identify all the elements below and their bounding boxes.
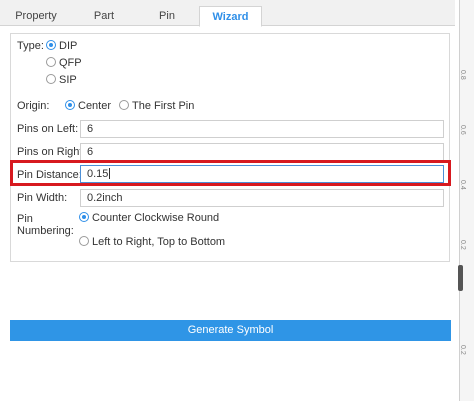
ruler-scroll-handle[interactable] xyxy=(458,265,463,291)
pins-right-input[interactable]: 6 xyxy=(80,143,444,161)
type-dip-radio[interactable] xyxy=(46,40,56,50)
numbering-ccw-label[interactable]: Counter Clockwise Round xyxy=(92,212,219,224)
pin-numbering-label-line1: Pin xyxy=(17,213,33,225)
origin-first-pin-label[interactable]: The First Pin xyxy=(132,100,194,112)
pin-numbering-label-line2: Numbering: xyxy=(17,225,74,237)
numbering-ltr-label[interactable]: Left to Right, Top to Bottom xyxy=(92,236,225,248)
generate-symbol-button[interactable]: Generate Symbol xyxy=(10,320,451,341)
type-sip-radio[interactable] xyxy=(46,74,56,84)
pin-width-input[interactable]: 0.2inch xyxy=(80,189,444,207)
type-qfp-label[interactable]: QFP xyxy=(59,57,82,69)
pins-left-label: Pins on Left: xyxy=(17,123,79,135)
highlight-box xyxy=(10,160,451,186)
tab-bar: Property Part Pin Wizard xyxy=(0,0,455,27)
ruler-tick-label: 0.6 xyxy=(459,125,466,135)
origin-center-radio[interactable] xyxy=(65,100,75,110)
ruler-tick-label: 0.4 xyxy=(459,180,466,190)
type-label: Type: xyxy=(17,40,44,52)
origin-label: Origin: xyxy=(17,100,50,112)
numbering-ccw-radio[interactable] xyxy=(79,212,89,222)
type-sip-label[interactable]: SIP xyxy=(59,74,77,86)
ruler-tick-label: 0.8 xyxy=(459,70,466,80)
pin-width-label: Pin Width: xyxy=(17,192,68,204)
pins-right-label: Pins on Right: xyxy=(17,146,86,158)
tab-part[interactable]: Part xyxy=(72,6,136,26)
origin-center-label[interactable]: Center xyxy=(78,100,111,112)
vertical-ruler: 0.8 0.6 0.4 0.2 0.2 xyxy=(458,0,474,401)
type-qfp-radio[interactable] xyxy=(46,57,56,67)
numbering-ltr-radio[interactable] xyxy=(79,236,89,246)
tab-pin[interactable]: Pin xyxy=(136,6,198,26)
type-dip-label[interactable]: DIP xyxy=(59,40,77,52)
ruler-tick-label: 0.2 xyxy=(459,240,466,250)
ruler-tick-label: 0.2 xyxy=(459,345,466,355)
tab-property[interactable]: Property xyxy=(0,6,72,26)
pins-left-input[interactable]: 6 xyxy=(80,120,444,138)
tab-wizard[interactable]: Wizard xyxy=(199,6,262,27)
origin-first-pin-radio[interactable] xyxy=(119,100,129,110)
